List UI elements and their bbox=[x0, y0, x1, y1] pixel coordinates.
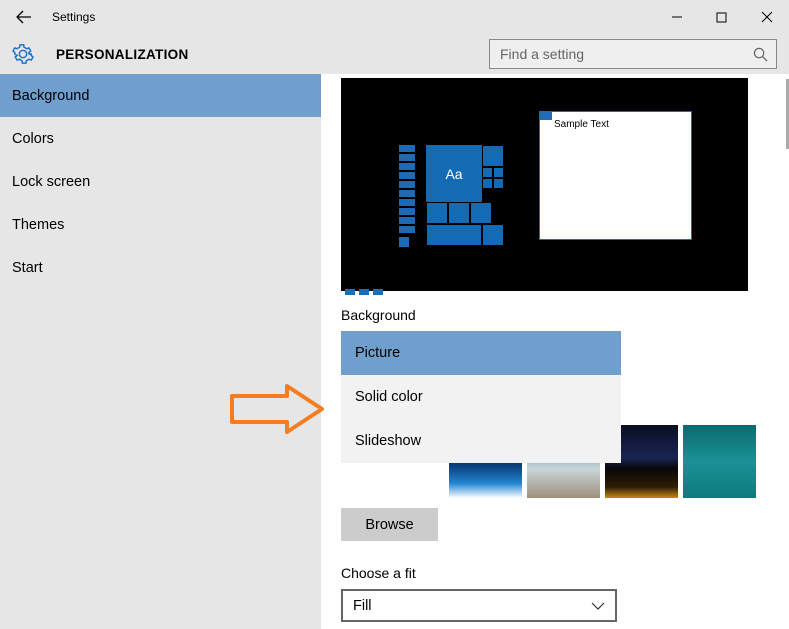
desktop-preview: Aa Sample Text bbox=[341, 78, 748, 291]
search-input[interactable] bbox=[500, 46, 753, 62]
background-dropdown[interactable]: Picture Solid color Slideshow bbox=[341, 331, 621, 463]
window-title: Settings bbox=[52, 10, 95, 24]
sidebar-item-start[interactable]: Start bbox=[0, 246, 321, 289]
sidebar: Background Colors Lock screen Themes Sta… bbox=[0, 74, 321, 629]
maximize-icon bbox=[716, 12, 727, 23]
minimize-button[interactable] bbox=[654, 2, 699, 32]
search-box[interactable] bbox=[489, 39, 777, 69]
fit-label: Choose a fit bbox=[341, 565, 769, 581]
sidebar-item-label: Themes bbox=[12, 217, 64, 233]
sidebar-item-lock-screen[interactable]: Lock screen bbox=[0, 160, 321, 203]
minimize-icon bbox=[671, 11, 683, 23]
dropdown-option-label: Slideshow bbox=[355, 433, 421, 449]
annotation-arrow bbox=[227, 384, 327, 439]
close-icon bbox=[761, 11, 773, 23]
start-tiles-preview: Aa bbox=[426, 145, 504, 246]
section-title: PERSONALIZATION bbox=[56, 47, 189, 62]
taskbar-preview bbox=[341, 282, 748, 291]
start-list-preview bbox=[399, 145, 415, 249]
dropdown-option-solid-color[interactable]: Solid color bbox=[341, 375, 621, 419]
settings-gear-icon bbox=[12, 43, 34, 65]
fit-dropdown[interactable]: Fill bbox=[341, 589, 617, 622]
sample-text-label: Sample Text bbox=[554, 119, 609, 130]
content-pane: Aa Sample Text Backgrou bbox=[321, 74, 789, 629]
sidebar-item-themes[interactable]: Themes bbox=[0, 203, 321, 246]
dropdown-option-label: Picture bbox=[355, 345, 400, 361]
titlebar: Settings bbox=[0, 0, 789, 34]
sidebar-item-background[interactable]: Background bbox=[0, 74, 321, 117]
browse-button[interactable]: Browse bbox=[341, 508, 438, 541]
header: PERSONALIZATION bbox=[0, 34, 789, 74]
thumbnail[interactable] bbox=[683, 425, 756, 498]
background-label: Background bbox=[341, 307, 769, 323]
sidebar-item-label: Colors bbox=[12, 131, 54, 147]
sidebar-item-label: Start bbox=[12, 260, 43, 276]
sidebar-item-label: Lock screen bbox=[12, 174, 90, 190]
maximize-button[interactable] bbox=[699, 2, 744, 32]
chevron-down-icon bbox=[591, 602, 605, 610]
dropdown-option-label: Solid color bbox=[355, 389, 423, 405]
close-button[interactable] bbox=[744, 2, 789, 32]
back-arrow-icon bbox=[16, 9, 32, 25]
main-layout: Background Colors Lock screen Themes Sta… bbox=[0, 74, 789, 629]
fit-value: Fill bbox=[353, 598, 372, 614]
search-icon bbox=[753, 47, 768, 62]
sidebar-item-label: Background bbox=[12, 88, 89, 104]
dropdown-option-slideshow[interactable]: Slideshow bbox=[341, 419, 621, 463]
tile-aa: Aa bbox=[426, 145, 482, 202]
back-button[interactable] bbox=[8, 1, 40, 33]
sidebar-item-colors[interactable]: Colors bbox=[0, 117, 321, 160]
dropdown-option-picture[interactable]: Picture bbox=[341, 331, 621, 375]
window-controls bbox=[654, 2, 789, 32]
sample-window: Sample Text bbox=[539, 111, 692, 240]
